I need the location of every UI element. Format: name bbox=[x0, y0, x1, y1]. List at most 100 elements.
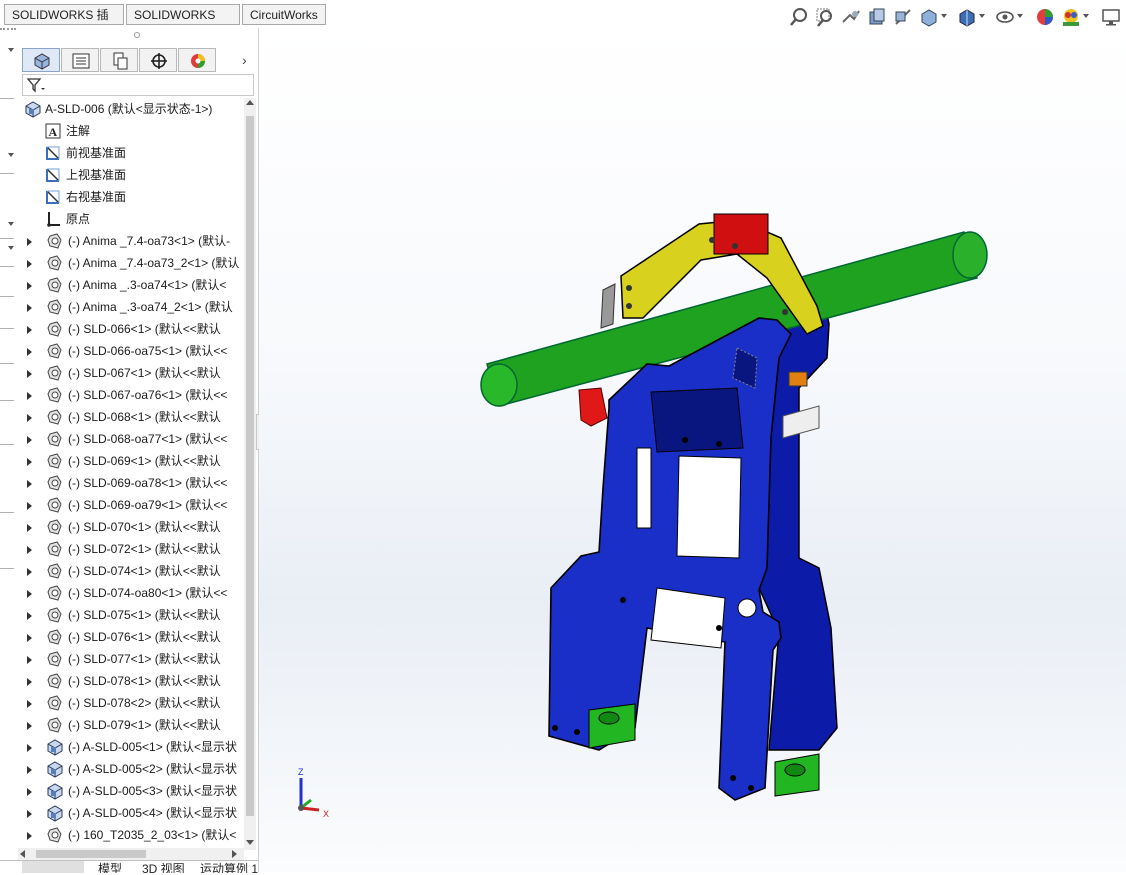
tab-solidworks-mbd[interactable]: SOLIDWORKS MBD bbox=[126, 4, 240, 43]
gutter-dropdown-icon[interactable] bbox=[8, 48, 14, 52]
section-view-icon[interactable] bbox=[866, 6, 888, 28]
tree-item[interactable]: (-) Anima _.3-oa74_2<1> (默认 bbox=[18, 296, 244, 318]
expand-arrow-icon[interactable] bbox=[27, 436, 32, 444]
expand-arrow-icon[interactable] bbox=[27, 304, 32, 312]
tree-item[interactable]: (-) Anima _7.4-oa73<1> (默认- bbox=[18, 230, 244, 252]
expand-arrow-icon[interactable] bbox=[27, 392, 32, 400]
expand-arrow-icon[interactable] bbox=[27, 370, 32, 378]
tree-item[interactable]: (-) SLD-066<1> (默认<<默认 bbox=[18, 318, 244, 340]
tab-configuration-manager[interactable] bbox=[100, 48, 138, 72]
tree-item[interactable]: (-) SLD-068<1> (默认<<默认 bbox=[18, 406, 244, 428]
expand-arrow-icon[interactable] bbox=[27, 524, 32, 532]
tree-item[interactable]: (-) SLD-074<1> (默认<<默认 bbox=[18, 560, 244, 582]
expand-arrow-icon[interactable] bbox=[27, 282, 32, 290]
expand-arrow-icon[interactable] bbox=[27, 678, 32, 686]
tree-item[interactable]: (-) SLD-078<2> (默认<<默认 bbox=[18, 692, 244, 714]
expand-arrow-icon[interactable] bbox=[27, 612, 32, 620]
display-style-dropdown-icon[interactable] bbox=[979, 14, 985, 18]
graphics-viewport[interactable]: Z X bbox=[259, 28, 1126, 872]
expand-arrow-icon[interactable] bbox=[27, 788, 32, 796]
expand-arrow-icon[interactable] bbox=[27, 634, 32, 642]
expand-arrow-icon[interactable] bbox=[27, 766, 32, 774]
bottom-tabs-scroll-area[interactable] bbox=[22, 861, 84, 873]
gutter-dropdown-icon[interactable] bbox=[8, 246, 14, 250]
tree-vertical-scrollbar[interactable] bbox=[244, 98, 256, 850]
tree-item[interactable]: (-) A-SLD-005<1> (默认<显示状 bbox=[18, 736, 244, 758]
tab-display-manager[interactable] bbox=[178, 48, 216, 72]
zoom-to-area-icon[interactable] bbox=[814, 6, 836, 28]
tree-horizontal-scroll-thumb[interactable] bbox=[36, 850, 146, 858]
view-settings-icon[interactable] bbox=[1100, 6, 1122, 28]
hide-show-items-icon[interactable] bbox=[994, 6, 1016, 28]
previous-view-icon[interactable] bbox=[840, 6, 862, 28]
dynamic-annotation-icon[interactable] bbox=[892, 6, 914, 28]
tree-item[interactable]: (-) A-SLD-005<2> (默认<显示状 bbox=[18, 758, 244, 780]
tree-root[interactable]: A-SLD-006 (默认<显示状态-1>) bbox=[18, 98, 244, 120]
tree-item[interactable]: 前视基准面 bbox=[18, 142, 244, 164]
expand-arrow-icon[interactable] bbox=[27, 502, 32, 510]
tree-item[interactable]: (-) SLD-070<1> (默认<<默认 bbox=[18, 516, 244, 538]
apply-scene-icon[interactable] bbox=[1060, 6, 1082, 28]
expand-arrow-icon[interactable] bbox=[27, 348, 32, 356]
tree-item[interactable]: (-) SLD-076<1> (默认<<默认 bbox=[18, 626, 244, 648]
expand-arrow-icon[interactable] bbox=[27, 832, 32, 840]
view-orientation-icon[interactable] bbox=[918, 6, 940, 28]
tree-item[interactable]: (-) SLD-069<1> (默认<<默认 bbox=[18, 450, 244, 472]
tree-item[interactable]: (-) SLD-072<1> (默认<<默认 bbox=[18, 538, 244, 560]
expand-arrow-icon[interactable] bbox=[27, 238, 32, 246]
tree-item[interactable]: (-) Anima _.3-oa74<1> (默认< bbox=[18, 274, 244, 296]
tree-item[interactable]: (-) A-SLD-005<3> (默认<显示状 bbox=[18, 780, 244, 802]
tab-circuitworks[interactable]: CircuitWorks bbox=[242, 4, 326, 25]
tree-item[interactable]: 上视基准面 bbox=[18, 164, 244, 186]
tab-solidworks-addins[interactable]: SOLIDWORKS 插件 bbox=[4, 4, 124, 43]
tree-item[interactable]: (-) SLD-079<1> (默认<<默认 bbox=[18, 714, 244, 736]
scroll-down-icon[interactable] bbox=[246, 840, 254, 845]
expand-arrow-icon[interactable] bbox=[27, 700, 32, 708]
tree-vertical-scroll-thumb[interactable] bbox=[246, 116, 254, 816]
tab-3d-views[interactable]: 3D 视图 bbox=[142, 862, 185, 873]
tree-horizontal-scrollbar[interactable] bbox=[18, 848, 244, 860]
expand-arrow-icon[interactable] bbox=[27, 744, 32, 752]
tab-feature-manager[interactable] bbox=[22, 48, 60, 72]
expand-arrow-icon[interactable] bbox=[27, 810, 32, 818]
tree-item[interactable]: (-) 160_T2035_2_03<1> (默认< bbox=[18, 824, 244, 846]
tab-model[interactable]: 模型 bbox=[98, 862, 122, 873]
feature-tree-filter[interactable] bbox=[22, 74, 254, 96]
expand-arrow-icon[interactable] bbox=[27, 590, 32, 598]
tab-property-manager[interactable] bbox=[61, 48, 99, 72]
scroll-right-icon[interactable] bbox=[232, 850, 237, 858]
gutter-dropdown-icon[interactable] bbox=[8, 153, 14, 157]
expand-arrow-icon[interactable] bbox=[27, 656, 32, 664]
hide-show-dropdown-icon[interactable] bbox=[1017, 14, 1023, 18]
zoom-to-fit-icon[interactable] bbox=[788, 6, 810, 28]
tree-item[interactable]: (-) SLD-067-oa76<1> (默认<< bbox=[18, 384, 244, 406]
expand-arrow-icon[interactable] bbox=[27, 546, 32, 554]
tree-item[interactable]: 右视基准面 bbox=[18, 186, 244, 208]
scroll-up-icon[interactable] bbox=[246, 100, 254, 105]
tree-item[interactable]: (-) SLD-074-oa80<1> (默认<< bbox=[18, 582, 244, 604]
expand-arrow-icon[interactable] bbox=[27, 326, 32, 334]
panel-grip-icon[interactable] bbox=[134, 32, 140, 38]
tree-item[interactable]: (-) Anima _7.4-oa73_2<1> (默认 bbox=[18, 252, 244, 274]
apply-scene-dropdown-icon[interactable] bbox=[1083, 14, 1089, 18]
expand-arrow-icon[interactable] bbox=[27, 260, 32, 268]
tree-item[interactable]: (-) SLD-069-oa78<1> (默认<< bbox=[18, 472, 244, 494]
tab-dimxpert-manager[interactable] bbox=[139, 48, 177, 72]
tab-motion-study[interactable]: 运动算例 1 bbox=[200, 862, 258, 873]
tree-item[interactable]: (-) SLD-075<1> (默认<<默认 bbox=[18, 604, 244, 626]
tab-scroll-right-icon[interactable]: › bbox=[242, 52, 247, 68]
tree-item[interactable]: (-) SLD-069-oa79<1> (默认<< bbox=[18, 494, 244, 516]
expand-arrow-icon[interactable] bbox=[27, 722, 32, 730]
expand-arrow-icon[interactable] bbox=[27, 458, 32, 466]
display-style-icon[interactable] bbox=[956, 6, 978, 28]
tree-item[interactable]: (-) SLD-067<1> (默认<<默认 bbox=[18, 362, 244, 384]
tree-item[interactable]: (-) SLD-068-oa77<1> (默认<< bbox=[18, 428, 244, 450]
tree-item[interactable]: A 注解 bbox=[18, 120, 244, 142]
expand-arrow-icon[interactable] bbox=[27, 480, 32, 488]
tree-item[interactable]: (-) SLD-077<1> (默认<<默认 bbox=[18, 648, 244, 670]
scroll-left-icon[interactable] bbox=[20, 850, 25, 858]
edit-appearance-icon[interactable] bbox=[1034, 6, 1056, 28]
tree-item[interactable]: (-) SLD-066-oa75<1> (默认<< bbox=[18, 340, 244, 362]
tree-item[interactable]: 原点 bbox=[18, 208, 244, 230]
gutter-dropdown-icon[interactable] bbox=[8, 222, 14, 226]
